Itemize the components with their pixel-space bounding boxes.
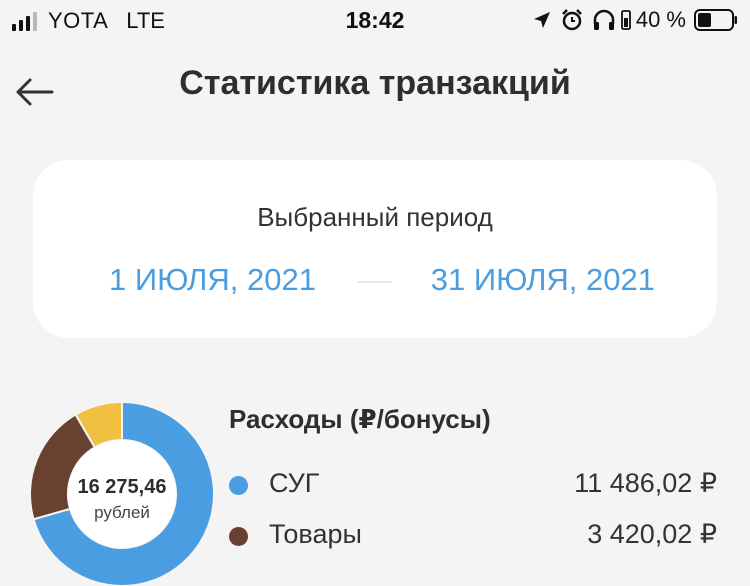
battery-charge-icon <box>620 10 631 30</box>
legend-dot <box>229 476 248 495</box>
period-label: Выбранный период <box>257 202 493 232</box>
date-from-button[interactable]: 1 ИЮЛЯ, 2021 <box>109 262 316 298</box>
status-bar: YOTA LTE 18:42 40 % <box>0 0 750 40</box>
date-separator <box>358 281 392 283</box>
battery-percent: 40 % <box>635 7 686 32</box>
status-bar-right: 40 % <box>532 7 738 33</box>
donut-total-unit: рублей <box>94 503 150 522</box>
expense-row-sug: СУГ 11 486,02 ₽ <box>229 466 717 506</box>
period-card: Выбранный период 1 ИЮЛЯ, 2021 31 ИЮЛЯ, 2… <box>33 160 717 338</box>
expense-category: Товары <box>269 519 362 549</box>
headphones-icon <box>593 9 615 30</box>
battery-icon <box>694 9 737 31</box>
donut-total-value: 16 275,46 <box>77 476 167 498</box>
expense-category: СУГ <box>269 468 320 498</box>
alarm-icon <box>561 9 582 31</box>
expense-amount: 11 486,02 ₽ <box>574 468 717 498</box>
expense-row-goods: Товары 3 420,02 ₽ <box>229 517 717 557</box>
expenses-title: Расходы (₽/бонусы) <box>229 404 491 434</box>
date-to-button[interactable]: 31 ИЮЛЯ, 2021 <box>431 262 655 298</box>
page-title: Статистика транзакций <box>179 64 571 102</box>
location-icon <box>533 12 550 28</box>
expense-amount: 3 420,02 ₽ <box>587 519 717 549</box>
legend-dot <box>229 527 248 546</box>
